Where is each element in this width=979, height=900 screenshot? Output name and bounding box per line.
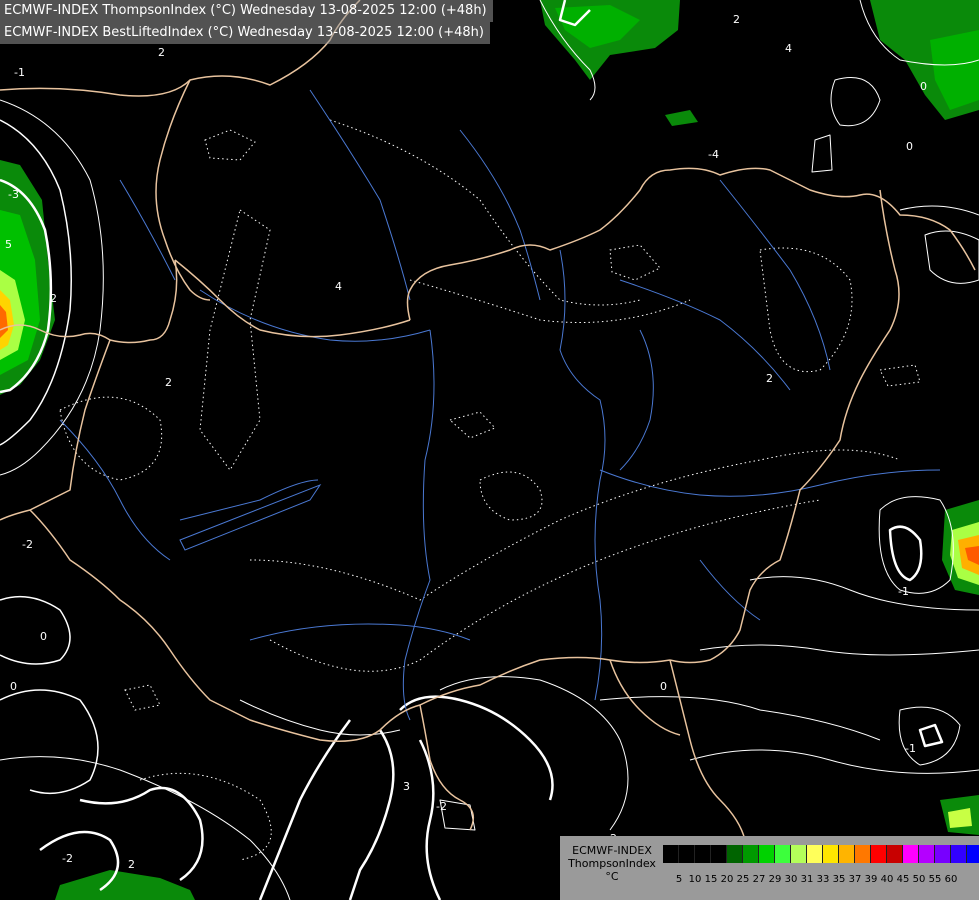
contour-label: 5 — [5, 238, 12, 251]
contour-label: -2 — [436, 800, 447, 813]
legend-swatch — [823, 845, 839, 863]
legend-swatch — [871, 845, 887, 863]
contour-label: 2 — [158, 46, 165, 59]
legend-tick-label: 60 — [944, 874, 958, 885]
legend-swatch — [743, 845, 759, 863]
legend-swatch — [727, 845, 743, 863]
legend-swatch — [807, 845, 823, 863]
contour-label: 3 — [403, 780, 410, 793]
legend-tick-label: 25 — [736, 874, 750, 885]
legend-swatch — [919, 845, 935, 863]
contour-label: -2 — [62, 852, 73, 865]
legend-swatch — [967, 845, 979, 863]
legend-tick-label: 39 — [864, 874, 878, 885]
contour-label: 2 — [733, 13, 740, 26]
legend-tick-label: 15 — [704, 874, 718, 885]
contour-label: 0 — [40, 630, 47, 643]
legend-swatch — [951, 845, 967, 863]
contour-label: 4 — [785, 42, 792, 55]
weather-map: -1 2 -3 5 2 2 4 2 4 -4 0 0 2 -2 0 0 -1 -… — [0, 0, 979, 900]
contour-label: 2 — [165, 376, 172, 389]
legend-swatch — [679, 845, 695, 863]
legend-swatch — [759, 845, 775, 863]
legend-tick-label: 37 — [848, 874, 862, 885]
contour-label: 0 — [906, 140, 913, 153]
legend-swatch — [839, 845, 855, 863]
contour-label: 2 — [766, 372, 773, 385]
contour-label: 4 — [335, 280, 342, 293]
legend-tick-label: 55 — [928, 874, 942, 885]
legend-tick-label: 40 — [880, 874, 894, 885]
legend-swatch — [663, 845, 679, 863]
legend-tick-label: 50 — [912, 874, 926, 885]
legend-tick-label: 33 — [816, 874, 830, 885]
legend-tick-label: 29 — [768, 874, 782, 885]
map-title-lifted: ECMWF-INDEX BestLiftedIndex (°C) Wednesd… — [0, 22, 490, 44]
contour-label: 2 — [128, 858, 135, 871]
legend-swatch — [903, 845, 919, 863]
legend-swatch — [711, 845, 727, 863]
legend-swatch — [887, 845, 903, 863]
legend-tick-label: 35 — [832, 874, 846, 885]
legend-title-line: ECMWF-INDEX — [572, 844, 652, 857]
contour-label: -1 — [905, 742, 916, 755]
legend-tick-label: 31 — [800, 874, 814, 885]
legend-swatches — [663, 845, 979, 863]
legend-swatch — [935, 845, 951, 863]
contour-label: -3 — [8, 188, 19, 201]
map-title-thompson: ECMWF-INDEX ThompsonIndex (°C) Wednesday… — [0, 0, 493, 22]
legend-swatch — [695, 845, 711, 863]
legend-swatch — [775, 845, 791, 863]
contour-label: -4 — [708, 148, 719, 161]
contour-label: 2 — [50, 292, 57, 305]
legend-tick-label: 27 — [752, 874, 766, 885]
legend-swatch — [791, 845, 807, 863]
legend-tick-label: 45 — [896, 874, 910, 885]
contour-label: 0 — [920, 80, 927, 93]
legend-tick-label: 30 — [784, 874, 798, 885]
legend-title-line: °C — [605, 870, 619, 883]
contour-label: 0 — [660, 680, 667, 693]
contour-label: -1 — [14, 66, 25, 79]
legend-tick-label: 10 — [688, 874, 702, 885]
legend-title-line: ThompsonIndex — [568, 857, 656, 870]
legend-title: ECMWF-INDEX ThompsonIndex °C — [562, 844, 662, 883]
color-legend: ECMWF-INDEX ThompsonIndex °C 5 10 15 20 25 27… — [560, 836, 979, 900]
legend-tick-label: 5 — [675, 874, 683, 885]
legend-tick-label: 20 — [720, 874, 734, 885]
legend-swatch — [855, 845, 871, 863]
contour-label: 0 — [10, 680, 17, 693]
contour-label: -1 — [898, 585, 909, 598]
contour-label: -2 — [22, 538, 33, 551]
